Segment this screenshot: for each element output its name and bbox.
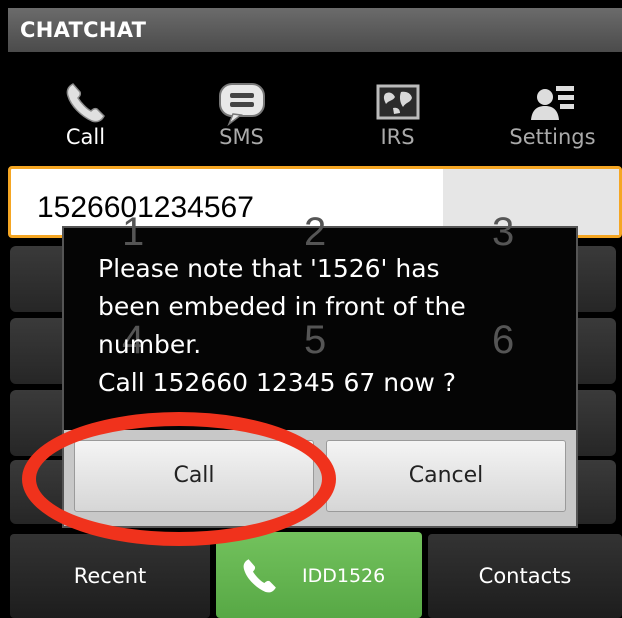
contacts-label: Contacts [478,564,572,588]
dialog-message-line: been embeded in front of the [98,292,466,321]
recent-button[interactable]: Recent [10,534,210,618]
dialog-call-button[interactable]: Call [74,440,314,512]
phone-icon [66,83,105,123]
keypad-digit-1: 1 [122,210,145,254]
dialog-button-bar: Call Cancel [64,430,576,526]
tab-irs[interactable]: IRS [320,52,475,162]
dialog-cancel-button[interactable]: Cancel [326,440,566,512]
phone-number-value: 1526601234567 [37,191,254,224]
app-title: CHATCHAT [20,18,147,42]
dialog-message-line: number. [98,330,202,359]
dialog-cancel-label: Cancel [408,463,484,488]
dialog-call-label: Call [173,463,215,488]
contacts-button[interactable]: Contacts [428,534,622,618]
titlebar-background: CHATCHAT [8,8,622,52]
keypad-digit-2: 2 [304,210,327,254]
user-list-icon [530,86,574,120]
chat-bubble-icon [218,83,265,127]
idd-call-button[interactable]: IDD1526 [216,532,422,618]
tab-settings-label: Settings [509,125,596,149]
tab-call-label: Call [65,125,106,149]
idd-label: IDD1526 [302,565,386,587]
phone-icon [243,559,276,593]
bottom-action-bar: Recent IDD1526 Contacts [0,528,622,618]
tab-call[interactable]: Call [8,52,163,162]
recent-label: Recent [73,564,147,588]
confirm-dialog: 1 2 3 4 5 6 Please note that '1526' has … [62,210,578,528]
keypad-digit-3: 3 [492,210,515,254]
tab-sms[interactable]: SMS [164,52,319,162]
tab-irs-label: IRS [380,125,415,149]
dialog-message-line: Please note that '1526' has [98,254,440,283]
tab-settings[interactable]: Settings [475,52,622,162]
tab-sms-label: SMS [219,125,264,149]
dialog-message-line: Call 152660 12345 67 now ? [98,368,457,397]
dialog-message: Please note that '1526' has been embeded… [98,250,558,402]
tab-bar: Call SMS IRS Settings [0,52,622,213]
app-titlebar: CHATCHAT [0,0,622,52]
globe-map-icon [376,84,419,120]
